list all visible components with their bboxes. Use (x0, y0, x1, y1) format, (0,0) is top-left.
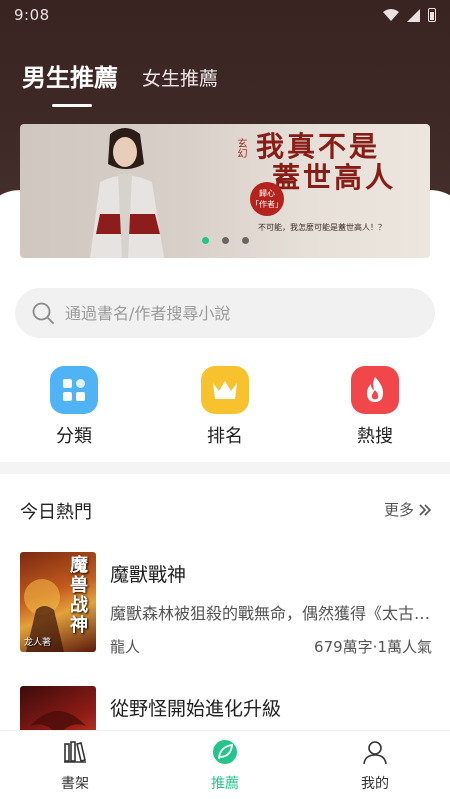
nav-label: 書架 (61, 776, 89, 792)
profile-icon (363, 741, 387, 765)
book-author: 龍人 (110, 638, 141, 656)
signal-icon (407, 8, 420, 22)
book-title: 魔獸戰神 (110, 564, 187, 586)
book-title: 從野怪開始進化升級 (110, 698, 282, 720)
bottom-navigation: 書架 推薦 我的 (0, 730, 450, 799)
more-link[interactable]: 更多 (384, 499, 432, 520)
book-description: 魔獸森林被狙殺的戰無命，偶然獲得《太古神訣》 (110, 604, 442, 623)
banner-dot[interactable] (241, 237, 249, 244)
recommend-leaf-icon (213, 740, 237, 764)
banner-dot[interactable] (201, 237, 209, 244)
quick-link-label: 熱搜 (357, 426, 393, 447)
section-divider (0, 462, 450, 474)
wifi-icon (383, 9, 399, 21)
tab-female-recommend[interactable]: 女生推薦 (142, 64, 218, 93)
banner-genre-tag: 玄幻 (235, 138, 246, 158)
search-icon (32, 302, 54, 324)
banner-title-line2: 蓋世高人 (272, 160, 397, 194)
quick-link-hot-search[interactable]: 熱搜 (335, 366, 415, 448)
search-input[interactable] (65, 303, 385, 323)
banner-quote: 不可能，我怎麼可能是蓋世高人！？ (258, 223, 386, 232)
gender-tabs: 男生推薦 女生推薦 (22, 58, 218, 107)
category-grid-icon (50, 366, 98, 414)
double-chevron-right-icon (419, 503, 432, 516)
book-cover: 魔兽战神 龙人著 (20, 552, 96, 652)
banner-title-line1: 我真不是 (256, 130, 381, 163)
status-time: 9:08 (14, 6, 50, 24)
bookshelf-icon (64, 741, 86, 763)
section-title: 今日熱門 (20, 502, 92, 523)
flame-icon (351, 366, 399, 414)
nav-label: 推薦 (211, 776, 239, 792)
search-bar[interactable] (15, 288, 435, 338)
book-stats: 679萬字·1萬人氣 (314, 638, 432, 656)
banner-dot[interactable] (221, 237, 229, 244)
quick-link-category[interactable]: 分類 (34, 366, 114, 448)
nav-recommend[interactable]: 推薦 (185, 739, 265, 793)
book-item[interactable]: 魔兽战神 龙人著 魔獸戰神 魔獸森林被狙殺的戰無命，偶然獲得《太古神訣》 龍人 … (20, 552, 442, 656)
book-cover-title: 魔兽战神 (70, 555, 88, 636)
status-bar: 9:08 (0, 0, 450, 30)
battery-icon (428, 8, 436, 22)
nav-label: 我的 (361, 776, 389, 792)
banner-pagination (0, 237, 450, 244)
nav-bookshelf[interactable]: 書架 (35, 739, 115, 793)
more-label: 更多 (383, 501, 414, 519)
quick-link-ranking[interactable]: 排名 (185, 366, 265, 448)
crown-icon (201, 366, 249, 414)
app-screen: 9:08 男生推薦 女生推薦 玄幻 我真不是 蓋世高人 歸心 「作者」 不可能，… (0, 0, 450, 799)
quick-link-label: 分類 (56, 426, 92, 447)
banner-author-stamp: 歸心 「作者」 (250, 182, 284, 216)
nav-profile[interactable]: 我的 (335, 739, 415, 793)
tab-male-recommend[interactable]: 男生推薦 (22, 58, 118, 107)
status-icons (383, 8, 436, 22)
quick-link-label: 排名 (207, 426, 243, 447)
book-cover-author: 龙人著 (24, 638, 52, 648)
